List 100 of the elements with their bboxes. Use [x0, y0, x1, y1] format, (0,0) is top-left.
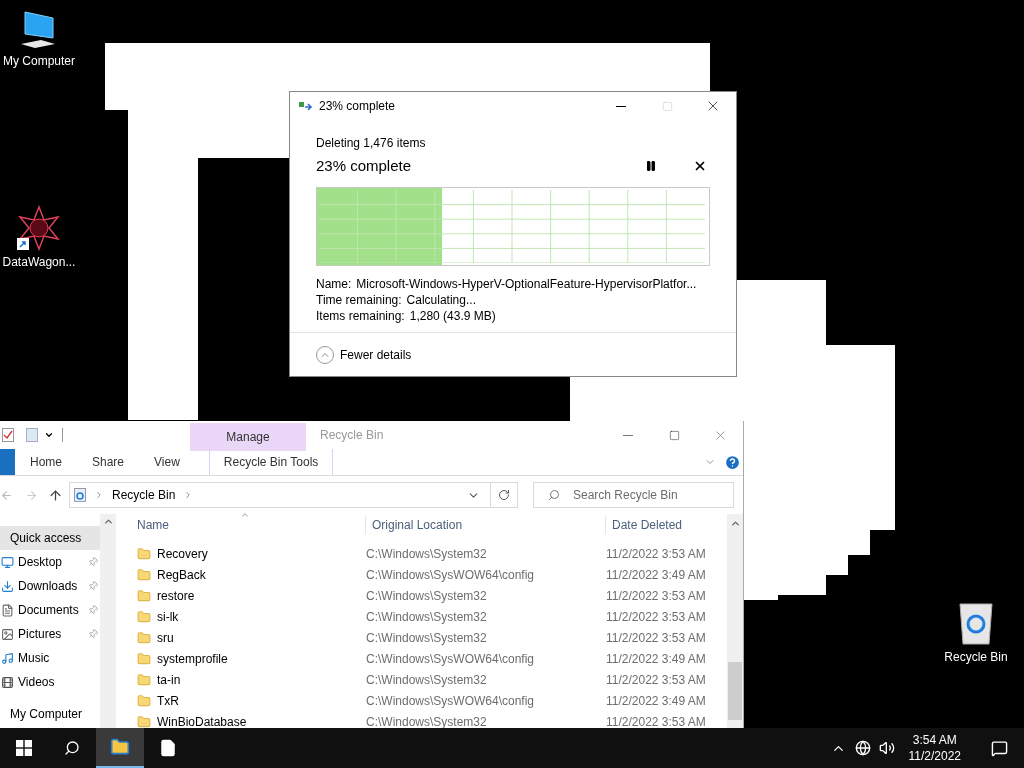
muted-speaker-icon[interactable]	[878, 740, 895, 756]
document-icon	[159, 739, 177, 757]
column-header[interactable]: Original Location	[366, 516, 606, 534]
notifications-icon[interactable]	[991, 739, 1008, 757]
search-icon	[64, 740, 80, 756]
folder-icon	[110, 737, 130, 757]
date-deleted: 11/2/2022 3:53 AM	[606, 587, 706, 605]
file-name[interactable]: sru	[157, 628, 366, 647]
original-location: C:\Windows\System32	[366, 545, 488, 563]
column-header[interactable]: Name	[137, 516, 366, 534]
original-location: C:\Windows\System32	[366, 713, 488, 728]
nav-label: Music	[18, 650, 50, 667]
scroll-thumb[interactable]	[728, 662, 742, 720]
address-crumb[interactable]: Recycle Bin	[112, 486, 176, 504]
detail-label: Name:	[316, 275, 352, 292]
minimize-icon	[616, 105, 626, 107]
ribbon-tab[interactable]: View	[139, 449, 195, 475]
customize-caret-icon[interactable]	[44, 430, 54, 440]
clock-date[interactable]: 11/2/2022	[908, 748, 961, 764]
date-deleted: 11/2/2022 3:53 AM	[606, 545, 706, 563]
original-location: C:\Windows\SysWOW64\config	[366, 650, 536, 668]
date-deleted: 11/2/2022 3:53 AM	[606, 713, 706, 728]
recycle-bin-icon	[956, 600, 996, 646]
nav-item[interactable]: Quick access	[0, 526, 100, 550]
nav-label: Desktop	[18, 554, 63, 571]
nav-item[interactable]: Documents	[0, 598, 100, 622]
nav-scrollbar[interactable]	[100, 514, 116, 728]
desktop-icon-label[interactable]: My Computer	[3, 52, 75, 70]
taskbar-app[interactable]	[96, 728, 144, 768]
file-name[interactable]: TxR	[157, 691, 366, 710]
date-deleted: 11/2/2022 3:49 AM	[606, 692, 706, 710]
detail-value: Microsoft-Windows-HyperV-OptionalFeature-HypervisorPlatfor...	[356, 275, 697, 292]
original-location: C:\Windows\SysWOW64\config	[366, 566, 536, 584]
detail-value: 1,280 (43.9 MB)	[409, 307, 496, 324]
nav-label: Downloads	[18, 578, 78, 595]
ribbon-tab[interactable]: Home	[15, 449, 77, 475]
music-icon	[1, 651, 14, 665]
list-scrollbar[interactable]	[727, 514, 743, 728]
recycle-bin-icon	[74, 488, 86, 502]
nav-item[interactable]: Desktop	[0, 550, 100, 574]
column-header[interactable]: Date Deleted	[606, 516, 683, 534]
scroll-up-icon[interactable]	[102, 516, 114, 527]
folder-icon	[137, 588, 151, 603]
original-location: C:\Windows\System32	[366, 629, 488, 647]
pause-icon	[645, 160, 657, 173]
folder-icon	[137, 609, 151, 624]
original-location: C:\Windows\SysWOW64\config	[366, 692, 536, 710]
nav-label: Quick access	[10, 530, 82, 547]
nav-item[interactable]: Music	[0, 646, 100, 670]
date-deleted: 11/2/2022 3:53 AM	[606, 671, 706, 689]
monitor-icon	[1, 555, 14, 569]
file-name[interactable]: RegBack	[157, 565, 366, 584]
nav-label: Documents	[18, 602, 79, 619]
nav-item[interactable]: Videos	[0, 670, 100, 694]
address-bar[interactable]: Recycle Bin	[69, 482, 518, 508]
file-name[interactable]: WinBioDatabase	[157, 712, 366, 728]
search-field[interactable]: Search Recycle Bin	[533, 482, 734, 508]
file-name[interactable]: Recovery	[157, 544, 366, 563]
maximize-icon	[668, 429, 680, 441]
nav-label: Videos	[18, 674, 55, 691]
sort-indicator-icon	[240, 510, 250, 520]
operation-heading: Deleting 1,476 items	[316, 135, 427, 152]
clock-time[interactable]: 3:54 AM	[912, 732, 957, 748]
network-icon[interactable]	[854, 740, 871, 756]
file-name[interactable]: ta-in	[157, 670, 366, 689]
copy-progress-icon	[299, 101, 313, 111]
file-name[interactable]: systemprofile	[157, 649, 366, 668]
scroll-up-icon[interactable]	[729, 518, 741, 529]
search-icon	[548, 489, 560, 501]
original-location: C:\Windows\System32	[366, 671, 488, 689]
checklist-icon[interactable]	[2, 428, 14, 442]
nav-item[interactable]: My Computer	[0, 702, 100, 726]
maximize-icon	[661, 100, 673, 112]
film-icon	[1, 675, 14, 689]
nav-item[interactable]: Downloads	[0, 574, 100, 598]
help-icon[interactable]	[724, 453, 741, 471]
download-icon	[1, 579, 14, 593]
window-title: 23% complete	[319, 98, 396, 115]
folder-icon	[137, 651, 151, 666]
date-deleted: 11/2/2022 3:49 AM	[606, 650, 706, 668]
desktop-icon-label[interactable]: Recycle Bin	[944, 648, 1008, 666]
nav-label: Pictures	[18, 626, 62, 643]
file-name[interactable]: si-lk	[157, 607, 366, 626]
ribbon-tab[interactable]: Share	[77, 449, 140, 475]
fewer-details-button[interactable]: Fewer details	[316, 345, 412, 364]
file-name[interactable]: restore	[157, 586, 366, 605]
pause-button[interactable]	[645, 160, 657, 173]
refresh-icon[interactable]	[498, 489, 510, 501]
window-title: Recycle Bin	[320, 427, 384, 444]
original-location: C:\Windows\System32	[366, 608, 488, 626]
desktop-icon-label[interactable]: DataWagon...	[2, 253, 76, 271]
percent-status: 23% complete	[316, 156, 412, 176]
breadcrumb-chevron-icon[interactable]	[94, 490, 104, 500]
detail-label: Time remaining:	[316, 291, 402, 308]
nav-label: My Computer	[10, 706, 83, 723]
nav-item[interactable]: Pictures	[0, 622, 100, 646]
date-deleted: 11/2/2022 3:53 AM	[606, 608, 706, 626]
ribbon-tab[interactable]: Recycle Bin Tools	[208, 449, 334, 475]
folder-icon	[137, 693, 151, 708]
picture-icon	[1, 627, 14, 641]
